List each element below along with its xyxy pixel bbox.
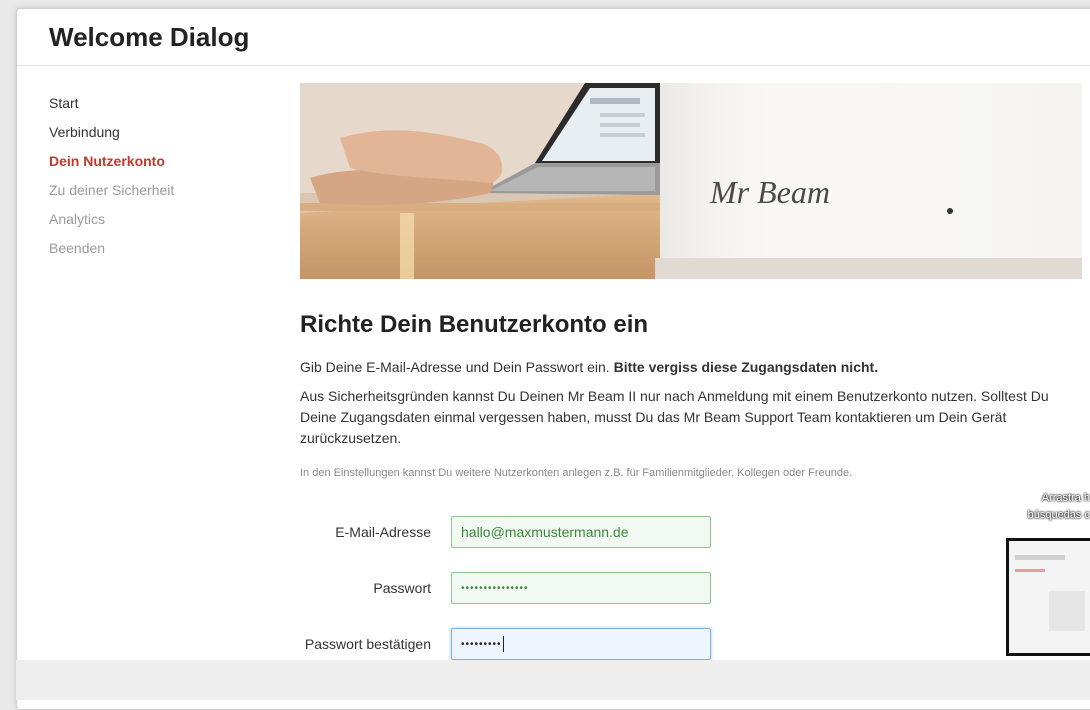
confirm-password-field[interactable]: ••••••••• — [451, 628, 711, 660]
confirm-password-label: Passwort bestätigen — [304, 636, 431, 652]
settings-note: In den Einstellungen kannst Du weitere N… — [300, 467, 853, 479]
sidebar-item-sicherheit: Zu deiner Sicherheit — [49, 182, 175, 198]
hero-illustration: Mr Beam — [300, 83, 1082, 279]
page-heading: Richte Dein Benutzerkonto ein — [300, 311, 649, 338]
dialog-header: Welcome Dialog — [17, 9, 1090, 66]
intro-normal: Gib Deine E-Mail-Adresse und Dein Passwo… — [300, 359, 614, 375]
email-label: E-Mail-Adresse — [335, 524, 431, 540]
dialog-title: Welcome Dialog — [49, 21, 250, 52]
intro-text: Gib Deine E-Mail-Adresse und Dein Passwo… — [300, 357, 1084, 378]
email-field[interactable]: hallo@maxmustermann.de — [451, 516, 711, 548]
password-row: Passwort ••••••••••••••• — [300, 560, 1084, 616]
overlay-line-2: búsquedas c — [1027, 509, 1090, 521]
hero-image: Mr Beam — [300, 83, 1082, 279]
confirm-password-value: ••••••••• — [461, 638, 502, 650]
security-paragraph: Aus Sicherheitsgründen kannst Du Deinen … — [300, 388, 1049, 446]
thumbnail-preview — [1009, 541, 1090, 653]
overlay-thumbnail[interactable] — [1006, 538, 1090, 656]
wizard-sidebar: Start Verbindung Dein Nutzerkonto Zu dei… — [49, 89, 269, 263]
text-caret — [502, 636, 504, 652]
password-field[interactable]: ••••••••••••••• — [451, 572, 711, 604]
welcome-dialog: Welcome Dialog Start Verbindung Dein Nut… — [16, 8, 1090, 710]
overlay-hint: Arrastra h búsquedas c — [996, 490, 1090, 524]
main-content: Mr Beam Richte Dein Benutzerkonto ein Gi… — [300, 83, 1084, 672]
intro-bold: Bitte vergiss diese Zugangsdaten nicht. — [613, 359, 879, 375]
sidebar-item-nutzerkonto[interactable]: Dein Nutzerkonto — [49, 147, 269, 176]
dialog-footer — [16, 660, 1090, 700]
sidebar-item-beenden: Beenden — [49, 240, 106, 256]
overlay-line-1: Arrastra h — [1041, 492, 1090, 504]
sidebar-item-verbindung[interactable]: Verbindung — [49, 118, 269, 147]
sidebar-item-analytics: Analytics — [49, 211, 106, 227]
sidebar-item-start[interactable]: Start — [49, 89, 269, 118]
email-value: hallo@maxmustermann.de — [461, 524, 629, 540]
password-label: Passwort — [373, 580, 431, 596]
thumbnail-image — [1009, 541, 1090, 653]
password-value: ••••••••••••••• — [461, 582, 529, 594]
hero-logo: Mr Beam — [709, 174, 830, 210]
account-form: E-Mail-Adresse hallo@maxmustermann.de Pa… — [300, 504, 1084, 672]
email-row: E-Mail-Adresse hallo@maxmustermann.de — [300, 504, 1084, 560]
